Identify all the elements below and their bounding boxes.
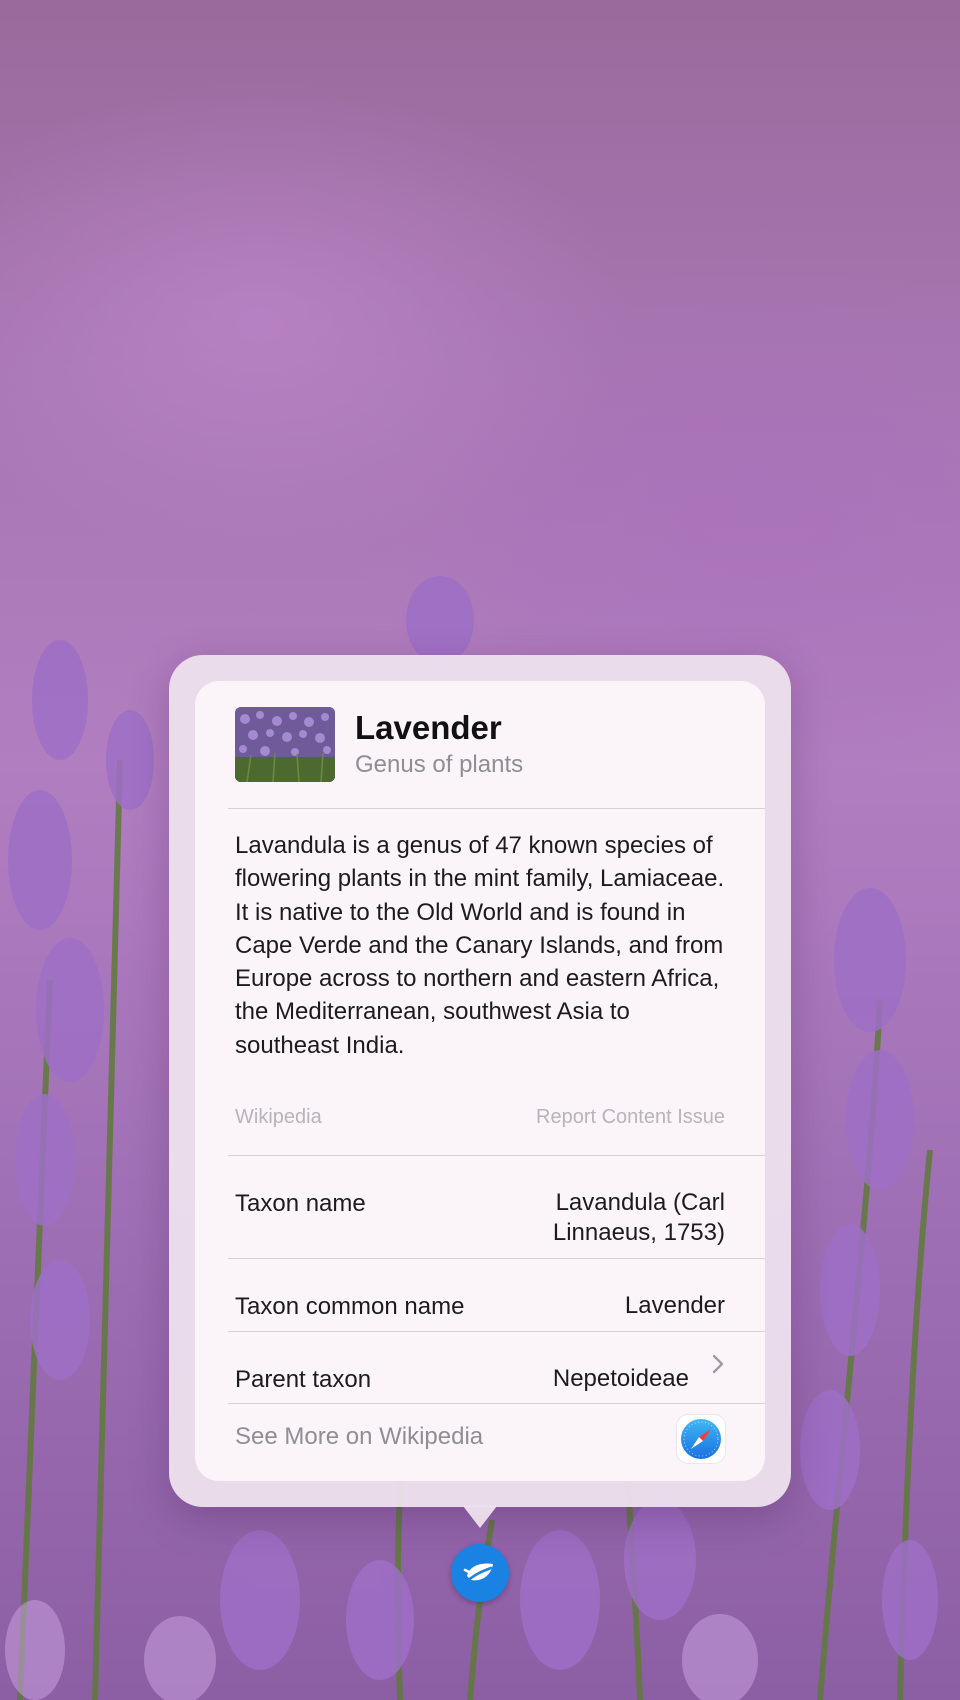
thumbnail-image [235, 707, 335, 782]
knowledge-card: Lavender Genus of plants Lavandula is a … [195, 681, 765, 1481]
see-more-on-wikipedia-link[interactable]: See More on Wikipedia [235, 1423, 483, 1451]
visual-lookup-popup: Lavender Genus of plants Lavandula is a … [169, 655, 791, 1507]
fact-value: Lavender [624, 1292, 725, 1319]
wikipedia-source-link[interactable]: Wikipedia [235, 1106, 322, 1129]
visual-lookup-button[interactable] [451, 1544, 509, 1602]
fact-value[interactable]: Nepetoideae [553, 1364, 689, 1394]
report-content-issue-link[interactable]: Report Content Issue [536, 1106, 725, 1129]
fact-value-line: Lavandula (Carl [555, 1189, 725, 1216]
lavender-thumbnail [235, 707, 335, 782]
divider [228, 1155, 765, 1156]
divider [228, 1331, 765, 1332]
fact-label: Taxon common name [235, 1293, 465, 1320]
entity-description: Lavandula is a genus of 47 known species… [235, 832, 725, 1059]
divider [228, 808, 765, 809]
popup-pointer [463, 1506, 497, 1528]
entity-subtitle: Genus of plants [355, 751, 524, 778]
fact-label: Taxon name [235, 1190, 366, 1217]
fact-label: Parent taxon [235, 1366, 372, 1393]
entity-title: Lavender [355, 709, 502, 746]
leaf-icon [463, 1563, 493, 1584]
fact-value: Lavandula (Carl Linnaeus, 1753) [553, 1188, 725, 1248]
fact-value-line: Linnaeus, 1753) [552, 1219, 725, 1246]
card-header[interactable]: Lavender Genus of plants [195, 681, 765, 808]
safari-icon[interactable] [677, 1415, 725, 1463]
divider [228, 1258, 765, 1259]
divider [228, 1403, 765, 1404]
chevron-right-icon[interactable] [711, 1353, 725, 1375]
photo-viewer-screen: Lavender Genus of plants Lavandula is a … [0, 0, 960, 1700]
safari-compass-icon [681, 1419, 721, 1459]
